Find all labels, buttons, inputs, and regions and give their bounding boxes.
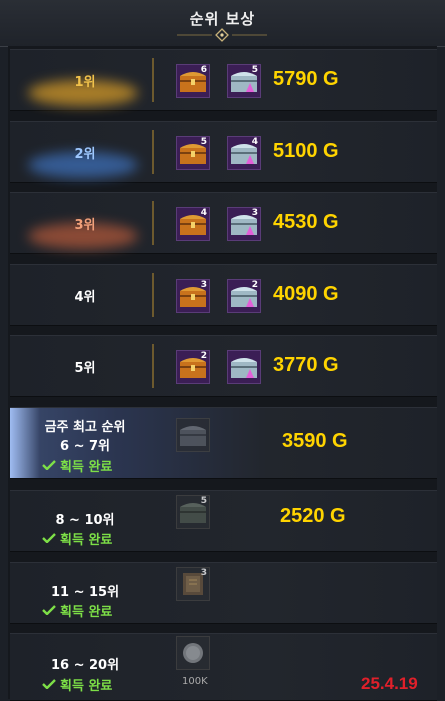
claimed-status: 획득 완료 bbox=[60, 679, 113, 694]
item-quantity: 5 bbox=[200, 496, 207, 506]
rank-label: 1위 bbox=[74, 75, 96, 90]
book-item[interactable]: 3 bbox=[176, 567, 210, 601]
item-quantity: 3 bbox=[200, 280, 207, 290]
item-quantity: 2 bbox=[200, 351, 207, 361]
locked-chest-item[interactable] bbox=[176, 418, 210, 452]
divider bbox=[152, 58, 154, 102]
ornament-icon bbox=[177, 28, 267, 42]
rank-label: 16 ~ 20위 bbox=[50, 658, 120, 673]
silver-chest-item[interactable]: 4 bbox=[227, 136, 261, 170]
rank-label: 8 ~ 10위 bbox=[55, 513, 115, 528]
divider bbox=[152, 273, 154, 317]
check-icon bbox=[42, 460, 56, 470]
silver-chest-item[interactable]: 3 bbox=[227, 207, 261, 241]
divider bbox=[152, 344, 154, 388]
check-icon bbox=[42, 533, 56, 543]
check-icon bbox=[42, 605, 56, 615]
gold-chest-item[interactable]: 6 bbox=[176, 64, 210, 98]
item-quantity: 3 bbox=[200, 568, 207, 578]
dark-chest-item[interactable]: 5 bbox=[176, 495, 210, 529]
item-quantity: 5 bbox=[200, 137, 207, 147]
date-stamp: 25.4.19 bbox=[361, 674, 418, 693]
gold-chest-item[interactable]: 5 bbox=[176, 136, 210, 170]
coin-amount-label: 100K bbox=[182, 676, 208, 687]
rank-row-4: 4위 3 2 4090 G bbox=[10, 264, 437, 326]
weekly-best-label: 금주 최고 순위 bbox=[44, 420, 126, 435]
rank-row-current-best: 금주 최고 순위 6 ~ 7위 획득 완료 3590 G bbox=[10, 407, 437, 479]
silver-chest-item[interactable]: 5 bbox=[227, 64, 261, 98]
rank-label: 6 ~ 7위 bbox=[60, 439, 110, 454]
reward-amount: 3770 G bbox=[273, 354, 339, 376]
silver-chest-item[interactable]: 2 bbox=[227, 279, 261, 313]
claimed-status: 획득 완료 bbox=[60, 533, 113, 548]
reward-amount: 4530 G bbox=[273, 211, 339, 233]
item-quantity: 6 bbox=[200, 65, 207, 75]
item-quantity: 4 bbox=[251, 137, 258, 147]
item-quantity: 3 bbox=[251, 208, 258, 218]
coin-icon bbox=[183, 643, 203, 663]
silver-coin-item[interactable] bbox=[176, 636, 210, 670]
rank-row-3: 3위 4 3 4530 G bbox=[10, 192, 437, 254]
check-icon bbox=[42, 679, 56, 689]
item-quantity: 5 bbox=[251, 65, 258, 75]
header-title: 순위 보상 bbox=[189, 10, 256, 28]
divider bbox=[152, 201, 154, 245]
rank-row-1: 1위 6 5 5790 G bbox=[10, 49, 437, 111]
reward-amount: 2520 G bbox=[280, 505, 346, 527]
reward-amount: 3590 G bbox=[282, 430, 348, 452]
item-quantity: 2 bbox=[251, 280, 258, 290]
rank-label: 3위 bbox=[74, 218, 96, 233]
rank-label: 4위 bbox=[74, 290, 96, 305]
gold-chest-item[interactable]: 2 bbox=[176, 350, 210, 384]
claimed-status: 획득 완료 bbox=[60, 460, 113, 475]
rank-row-2: 2위 5 4 5100 G bbox=[10, 121, 437, 183]
reward-amount: 5790 G bbox=[273, 68, 339, 90]
rank-label: 2위 bbox=[74, 147, 96, 162]
claimed-status: 획득 완료 bbox=[60, 605, 113, 620]
locked-chest-icon bbox=[180, 426, 206, 446]
gold-chest-item[interactable]: 3 bbox=[176, 279, 210, 313]
rank-row-5: 5위 2 3770 G bbox=[10, 335, 437, 397]
header: 순위 보상 bbox=[0, 0, 445, 47]
gold-chest-item[interactable]: 4 bbox=[176, 207, 210, 241]
divider bbox=[152, 130, 154, 174]
item-quantity: 4 bbox=[200, 208, 207, 218]
silver-chest-item[interactable] bbox=[227, 350, 261, 384]
rank-row-8-10: 8 ~ 10위 획득 완료 5 2520 G bbox=[10, 490, 437, 552]
rank-label: 11 ~ 15위 bbox=[50, 585, 120, 600]
silver-chest-icon bbox=[231, 358, 257, 378]
reward-amount: 5100 G bbox=[273, 140, 339, 162]
rank-label: 5위 bbox=[74, 361, 96, 376]
rank-row-11-15: 11 ~ 15위 획득 완료 3 bbox=[10, 562, 437, 624]
reward-amount: 4090 G bbox=[273, 283, 339, 305]
